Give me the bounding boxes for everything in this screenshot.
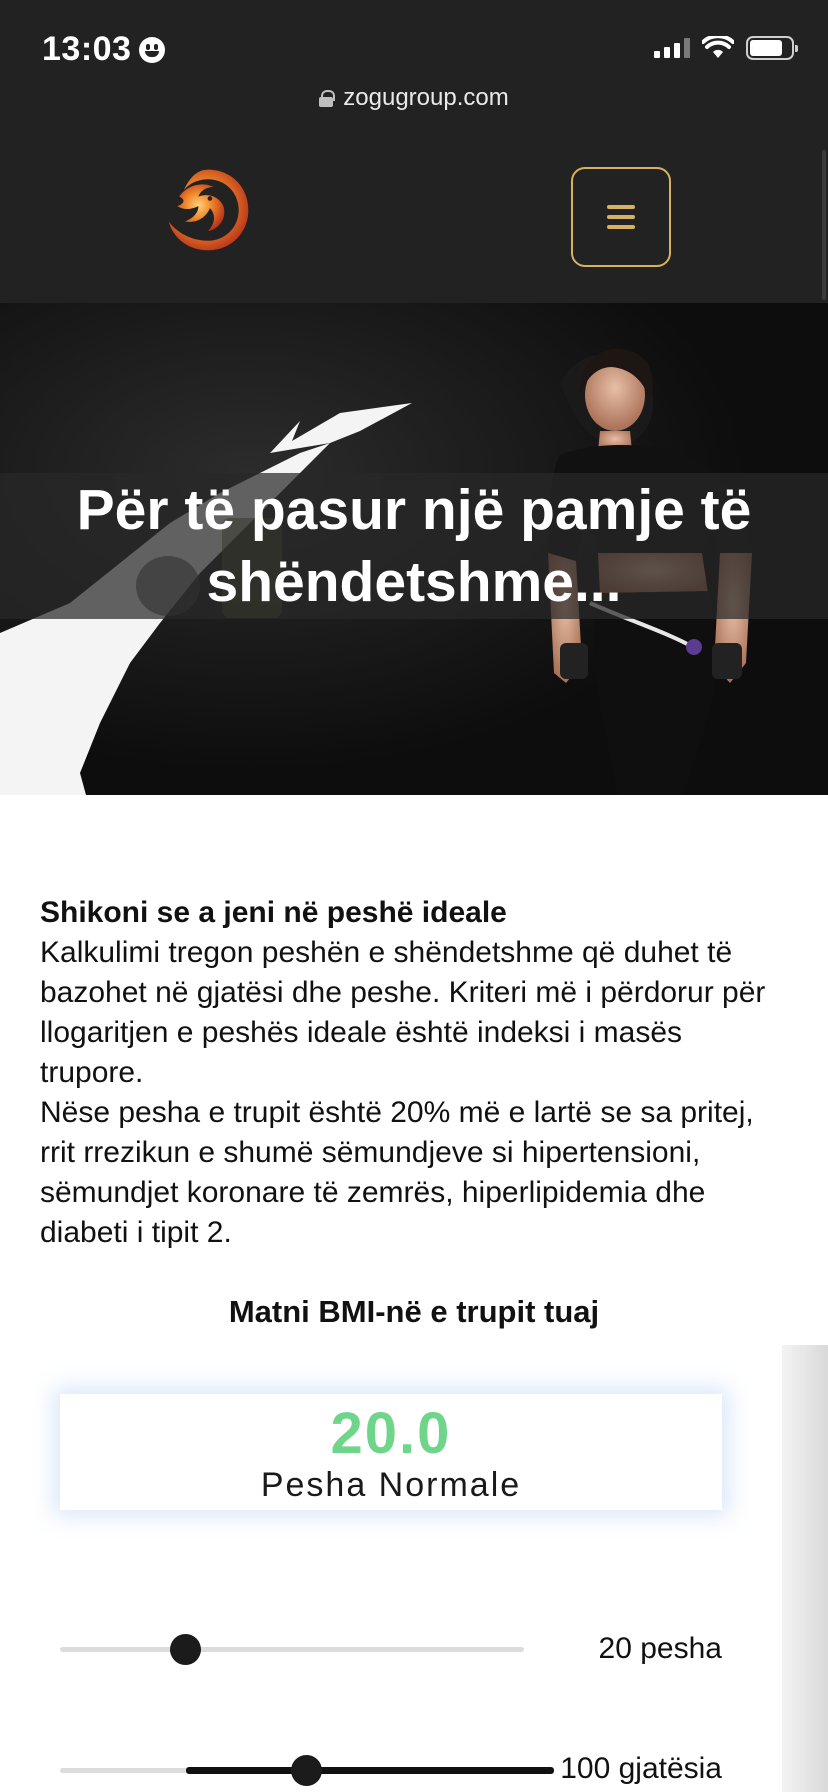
status-time: 13:03 xyxy=(42,30,166,69)
height-value: 100 gjatësia xyxy=(560,1752,722,1785)
smiley-icon xyxy=(139,36,166,63)
hamburger-icon xyxy=(607,205,635,229)
intro-paragraph-1: Kalkulimi tregon peshën e shëndetshme që… xyxy=(40,936,766,1089)
phoenix-logo-icon[interactable] xyxy=(160,162,256,258)
url-text: zogugroup.com xyxy=(343,84,509,111)
intro-paragraph-2: Nëse pesha e trupit është 20% më e lartë… xyxy=(40,1096,754,1249)
hero-banner: Për të pasur një pamje të shëndetshme... xyxy=(0,303,828,795)
status-icons xyxy=(654,36,798,60)
height-slider[interactable] xyxy=(60,1750,554,1790)
weight-slider[interactable] xyxy=(60,1629,524,1669)
weight-value: 20 pesha xyxy=(598,1632,722,1665)
bmi-section-title: Matni BMI-në e trupit tuaj xyxy=(228,1294,600,1329)
lock-icon xyxy=(319,90,336,107)
address-bar[interactable]: zogugroup.com xyxy=(0,84,828,112)
page: 13:03 zogugroup.com Për të pasur një pam… xyxy=(0,0,828,1792)
cellular-signal-icon xyxy=(654,38,690,58)
bmi-category: Pesha Normale xyxy=(260,1466,522,1504)
height-slider-thumb[interactable] xyxy=(291,1755,322,1786)
weight-slider-thumb[interactable] xyxy=(170,1634,201,1665)
hero-title: Për të pasur një pamje të shëndetshme... xyxy=(76,478,752,614)
top-bar: 13:03 zogugroup.com xyxy=(0,0,828,303)
intro-heading: Shikoni se a jeni në peshë ideale xyxy=(40,896,507,929)
battery-icon xyxy=(746,36,798,60)
height-slider-fill xyxy=(186,1767,554,1774)
side-shadow xyxy=(782,1345,828,1792)
bmi-result-card: 20.0 Pesha Normale xyxy=(60,1394,722,1510)
bmi-value: 20.0 xyxy=(330,1401,452,1466)
status-time-text: 13:03 xyxy=(42,30,132,68)
scrollbar[interactable] xyxy=(822,150,826,300)
wifi-icon xyxy=(702,36,734,58)
menu-button[interactable] xyxy=(571,167,671,267)
weight-slider-track xyxy=(60,1647,524,1652)
intro-section: Shikoni se a jeni në peshë ideale Kalkul… xyxy=(40,893,790,1253)
